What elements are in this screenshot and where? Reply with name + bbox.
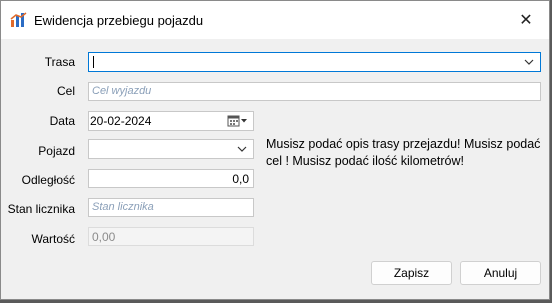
chart-bars-icon (10, 12, 27, 27)
cancel-button[interactable]: Anuluj (460, 261, 541, 285)
date-value: 20-02-2024 (90, 114, 152, 128)
wartosc-label: Wartość (31, 232, 75, 246)
data-label: Data (49, 114, 75, 128)
stan-licznika-placeholder: Stan licznika (92, 201, 154, 213)
close-icon: ✕ (519, 12, 533, 29)
dialog-window: Ewidencja przebiegu pojazdu ✕ Trasa Cel … (0, 0, 550, 300)
cel-label: Cel (56, 84, 75, 98)
cel-placeholder: Cel wyjazdu (92, 85, 152, 97)
stan-licznika-input[interactable]: Stan licznika (88, 198, 254, 217)
stan-licznika-label: Stan licznika (7, 202, 75, 216)
text-caret (93, 56, 94, 68)
wartosc-value: 0,00 (92, 230, 116, 244)
pojazd-combobox[interactable] (88, 139, 254, 159)
title-bar: Ewidencja przebiegu pojazdu ✕ (1, 1, 549, 39)
date-picker[interactable]: 20-02-2024 (88, 111, 254, 131)
calendar-icon[interactable] (227, 114, 249, 128)
pojazd-label: Pojazd (38, 144, 75, 158)
wartosc-input: 0,00 (88, 227, 254, 246)
chevron-down-icon[interactable] (522, 55, 536, 69)
trasa-combobox[interactable] (88, 52, 541, 72)
odleglosc-input[interactable]: 0,0 (88, 169, 254, 188)
cel-input[interactable]: Cel wyjazdu (88, 82, 541, 101)
odleglosc-value: 0,0 (232, 172, 249, 186)
save-button[interactable]: Zapisz (371, 261, 452, 285)
window-title: Ewidencja przebiegu pojazdu (34, 13, 204, 28)
close-button[interactable]: ✕ (503, 1, 549, 39)
trasa-label: Trasa (44, 55, 75, 69)
odleglosc-label: Odległość (21, 173, 75, 187)
validation-message: Musisz podać opis trasy przejazdu! Musis… (266, 137, 541, 168)
chevron-down-icon[interactable] (235, 142, 249, 156)
